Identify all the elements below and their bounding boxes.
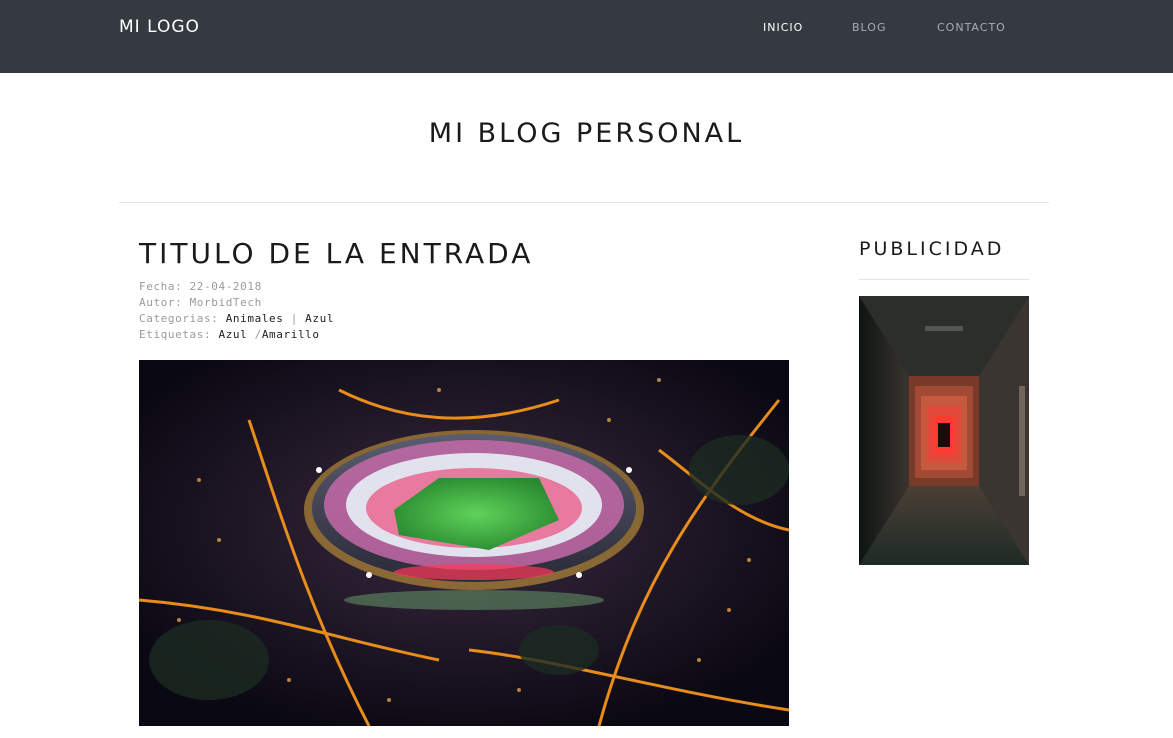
post-featured-image	[139, 360, 789, 726]
top-navbar: MI LOGO INICIO BLOG CONTACTO	[0, 0, 1173, 73]
category-separator: |	[290, 312, 298, 325]
tag-link-azul[interactable]: Azul	[218, 328, 247, 341]
tag-link-amarillo[interactable]: Amarillo	[262, 328, 320, 341]
corridor-photo	[859, 296, 1029, 565]
post-categories-label: Categorias:	[139, 312, 219, 325]
post-date-label: Fecha:	[139, 280, 183, 293]
tag-separator: /	[254, 328, 262, 341]
nav-link-blog[interactable]: BLOG	[852, 21, 886, 34]
post-tags-row: Etiquetas: Azul /Amarillo	[139, 327, 334, 343]
stadium-night-photo	[139, 360, 789, 726]
nav-link-inicio[interactable]: INICIO	[763, 21, 803, 34]
post-author-label: Autor:	[139, 296, 183, 309]
sidebar-title: PUBLICIDAD	[859, 238, 1005, 260]
site-title: MI BLOG PERSONAL	[428, 118, 745, 149]
post-author-row: Autor: MorbidTech	[139, 295, 334, 311]
post-author: MorbidTech	[189, 296, 262, 309]
post-date-row: Fecha: 22-04-2018	[139, 279, 334, 295]
category-link-animales[interactable]: Animales	[226, 312, 284, 325]
header-divider	[119, 202, 1049, 203]
site-logo[interactable]: MI LOGO	[119, 17, 200, 37]
category-link-azul[interactable]: Azul	[305, 312, 334, 325]
sidebar-divider	[859, 279, 1029, 280]
post-tags-label: Etiquetas:	[139, 328, 212, 341]
ad-banner[interactable]	[859, 296, 1029, 565]
post-meta: Fecha: 22-04-2018 Autor: MorbidTech Cate…	[139, 279, 334, 343]
post-title[interactable]: TITULO DE LA ENTRADA	[139, 237, 533, 270]
post-categories-row: Categorias: Animales | Azul	[139, 311, 334, 327]
post-date: 22-04-2018	[189, 280, 262, 293]
nav-link-contacto[interactable]: CONTACTO	[937, 21, 1006, 34]
